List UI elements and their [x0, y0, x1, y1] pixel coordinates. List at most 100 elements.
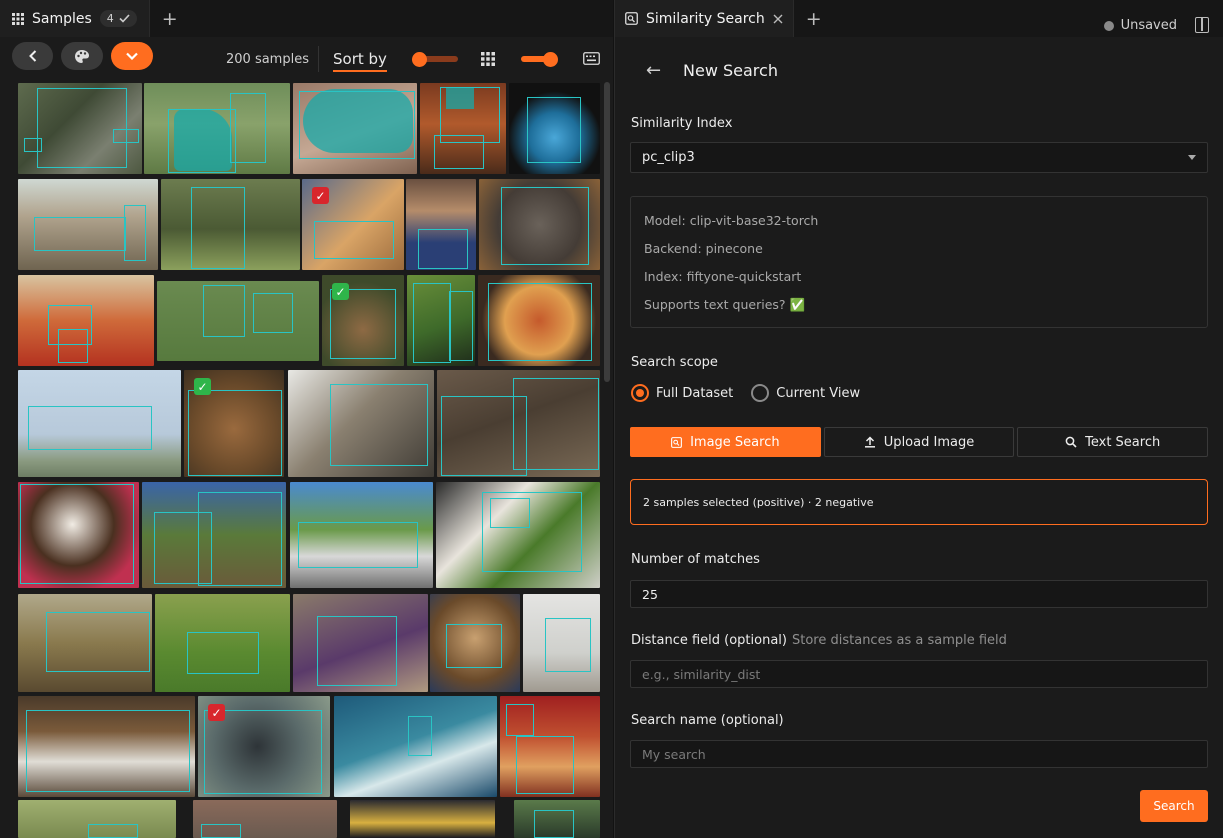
number-of-matches-input[interactable] — [630, 580, 1208, 608]
distance-field-label: Distance field (optional) Store distances… — [631, 633, 1007, 648]
grid-view-icon[interactable] — [481, 52, 495, 66]
sample-tile[interactable] — [157, 281, 319, 361]
sample-tile[interactable] — [144, 83, 290, 174]
back-arrow-icon[interactable]: ← — [646, 60, 661, 81]
sample-tile[interactable] — [161, 179, 300, 270]
sample-tile[interactable] — [18, 594, 152, 692]
back-button[interactable] — [12, 42, 53, 70]
sample-tile[interactable] — [142, 482, 286, 588]
similarity-search-panel: Similarity Search + Unsaved ← New Search… — [614, 0, 1223, 838]
search-name-input[interactable] — [630, 740, 1208, 768]
grid-icon — [12, 12, 24, 25]
close-icon[interactable] — [773, 14, 783, 24]
selection-summary: 2 samples selected (positive) · 2 negati… — [630, 479, 1208, 525]
sample-tile[interactable] — [406, 179, 476, 270]
sample-tile[interactable]: ✓ — [302, 179, 404, 270]
selection-summary-text: 2 samples selected (positive) · 2 negati… — [643, 495, 874, 509]
unsaved-indicator[interactable]: Unsaved — [1103, 18, 1177, 33]
search-mode-tabs: Image Search Upload Image Text Search — [630, 427, 1209, 457]
similarity-index-label: Similarity Index — [631, 116, 733, 131]
thumbnail-size-slider-handle[interactable] — [412, 52, 427, 67]
sample-tile[interactable] — [350, 800, 495, 838]
toolbar-divider — [318, 46, 319, 72]
tab-similarity-search-label: Similarity Search — [646, 10, 765, 27]
chevron-left-icon — [28, 50, 36, 62]
sample-tile[interactable] — [18, 482, 139, 588]
sample-tile[interactable]: ✓ — [322, 275, 404, 366]
upload-image-button[interactable]: Upload Image — [823, 427, 1015, 457]
sample-tile[interactable] — [18, 83, 142, 174]
distance-field-input[interactable] — [630, 660, 1208, 688]
sample-grid[interactable]: ✓ ✓ ✓ ✓ — [17, 82, 601, 838]
sample-tile[interactable] — [18, 800, 176, 838]
number-of-matches-label: Number of matches — [631, 552, 760, 567]
unsaved-label: Unsaved — [1120, 18, 1177, 33]
sample-tile[interactable] — [514, 800, 600, 838]
add-tab-plus-icon[interactable]: + — [150, 8, 190, 30]
text-search-label: Text Search — [1085, 434, 1161, 450]
image-search-button[interactable]: Image Search — [630, 427, 821, 457]
color-scheme-button[interactable] — [61, 42, 103, 70]
search-button[interactable]: Search — [1140, 790, 1208, 822]
image-search-label: Image Search — [690, 434, 780, 450]
search-scope-radio-group: Full Dataset Current View — [631, 384, 860, 402]
sample-tile[interactable] — [18, 275, 154, 366]
tab-samples[interactable]: Samples 4 — [0, 0, 150, 37]
negative-selection-check[interactable]: ✓ — [208, 704, 225, 721]
sample-tile[interactable] — [193, 800, 337, 838]
scope-full-dataset-label: Full Dataset — [656, 385, 734, 401]
scope-current-view-radio[interactable]: Current View — [751, 384, 860, 402]
sample-tile[interactable] — [18, 696, 195, 797]
chevron-down-icon — [126, 52, 138, 60]
sample-tile[interactable] — [155, 594, 290, 692]
selected-count: 4 — [106, 12, 114, 25]
grid-scrollbar[interactable] — [604, 82, 610, 382]
sample-tile[interactable] — [523, 594, 600, 692]
sample-tile[interactable] — [420, 83, 506, 174]
sample-tile[interactable] — [500, 696, 600, 797]
keyboard-icon[interactable] — [583, 52, 600, 65]
sample-tile[interactable] — [437, 370, 600, 477]
sample-count: 200 samples — [226, 52, 309, 67]
tab-similarity-search[interactable]: Similarity Search — [615, 0, 794, 37]
sample-tile[interactable] — [290, 482, 433, 588]
radio-selected-icon — [631, 384, 649, 402]
search-icon — [1065, 436, 1077, 448]
sample-tile[interactable] — [293, 594, 428, 692]
sample-tile[interactable] — [18, 179, 158, 270]
sample-tile[interactable] — [334, 696, 497, 797]
scope-current-view-label: Current View — [776, 385, 861, 401]
split-layout-icon[interactable] — [1195, 17, 1209, 33]
sample-tile[interactable] — [436, 482, 600, 588]
sample-tile[interactable] — [288, 370, 434, 477]
similarity-index-select[interactable]: pc_clip3 — [630, 142, 1208, 173]
add-panel-plus-icon[interactable]: + — [794, 8, 834, 30]
selected-count-badge[interactable]: 4 — [99, 10, 137, 27]
text-search-button[interactable]: Text Search — [1017, 427, 1209, 457]
tab-samples-label: Samples — [32, 10, 92, 27]
sample-tile[interactable] — [479, 179, 600, 270]
sample-tile[interactable] — [18, 370, 181, 477]
negative-selection-check[interactable]: ✓ — [312, 187, 329, 204]
samples-tabbar: Samples 4 + — [0, 0, 613, 37]
sample-tile[interactable] — [407, 275, 475, 366]
sample-tile[interactable]: ✓ — [184, 370, 284, 477]
sample-tile[interactable]: ✓ — [198, 696, 330, 797]
sample-tile[interactable] — [509, 83, 600, 174]
expand-actions-button[interactable] — [111, 42, 153, 70]
upload-image-label: Upload Image — [883, 434, 975, 450]
scope-full-dataset-radio[interactable]: Full Dataset — [631, 384, 733, 402]
similarity-index-value: pc_clip3 — [642, 150, 695, 165]
check-icon — [119, 14, 130, 23]
info-model: Model: clip-vit-base32-torch — [644, 213, 819, 228]
sample-tile[interactable] — [478, 275, 600, 366]
grid-zoom-slider-handle[interactable] — [543, 52, 558, 67]
positive-selection-check[interactable]: ✓ — [332, 283, 349, 300]
sample-tile[interactable] — [430, 594, 520, 692]
sort-by-button[interactable]: Sort by — [333, 50, 387, 72]
positive-selection-check[interactable]: ✓ — [194, 378, 211, 395]
palette-icon — [75, 49, 89, 63]
sample-tile[interactable] — [293, 83, 417, 174]
image-search-icon — [671, 436, 682, 448]
search-name-label: Search name (optional) — [631, 713, 784, 728]
